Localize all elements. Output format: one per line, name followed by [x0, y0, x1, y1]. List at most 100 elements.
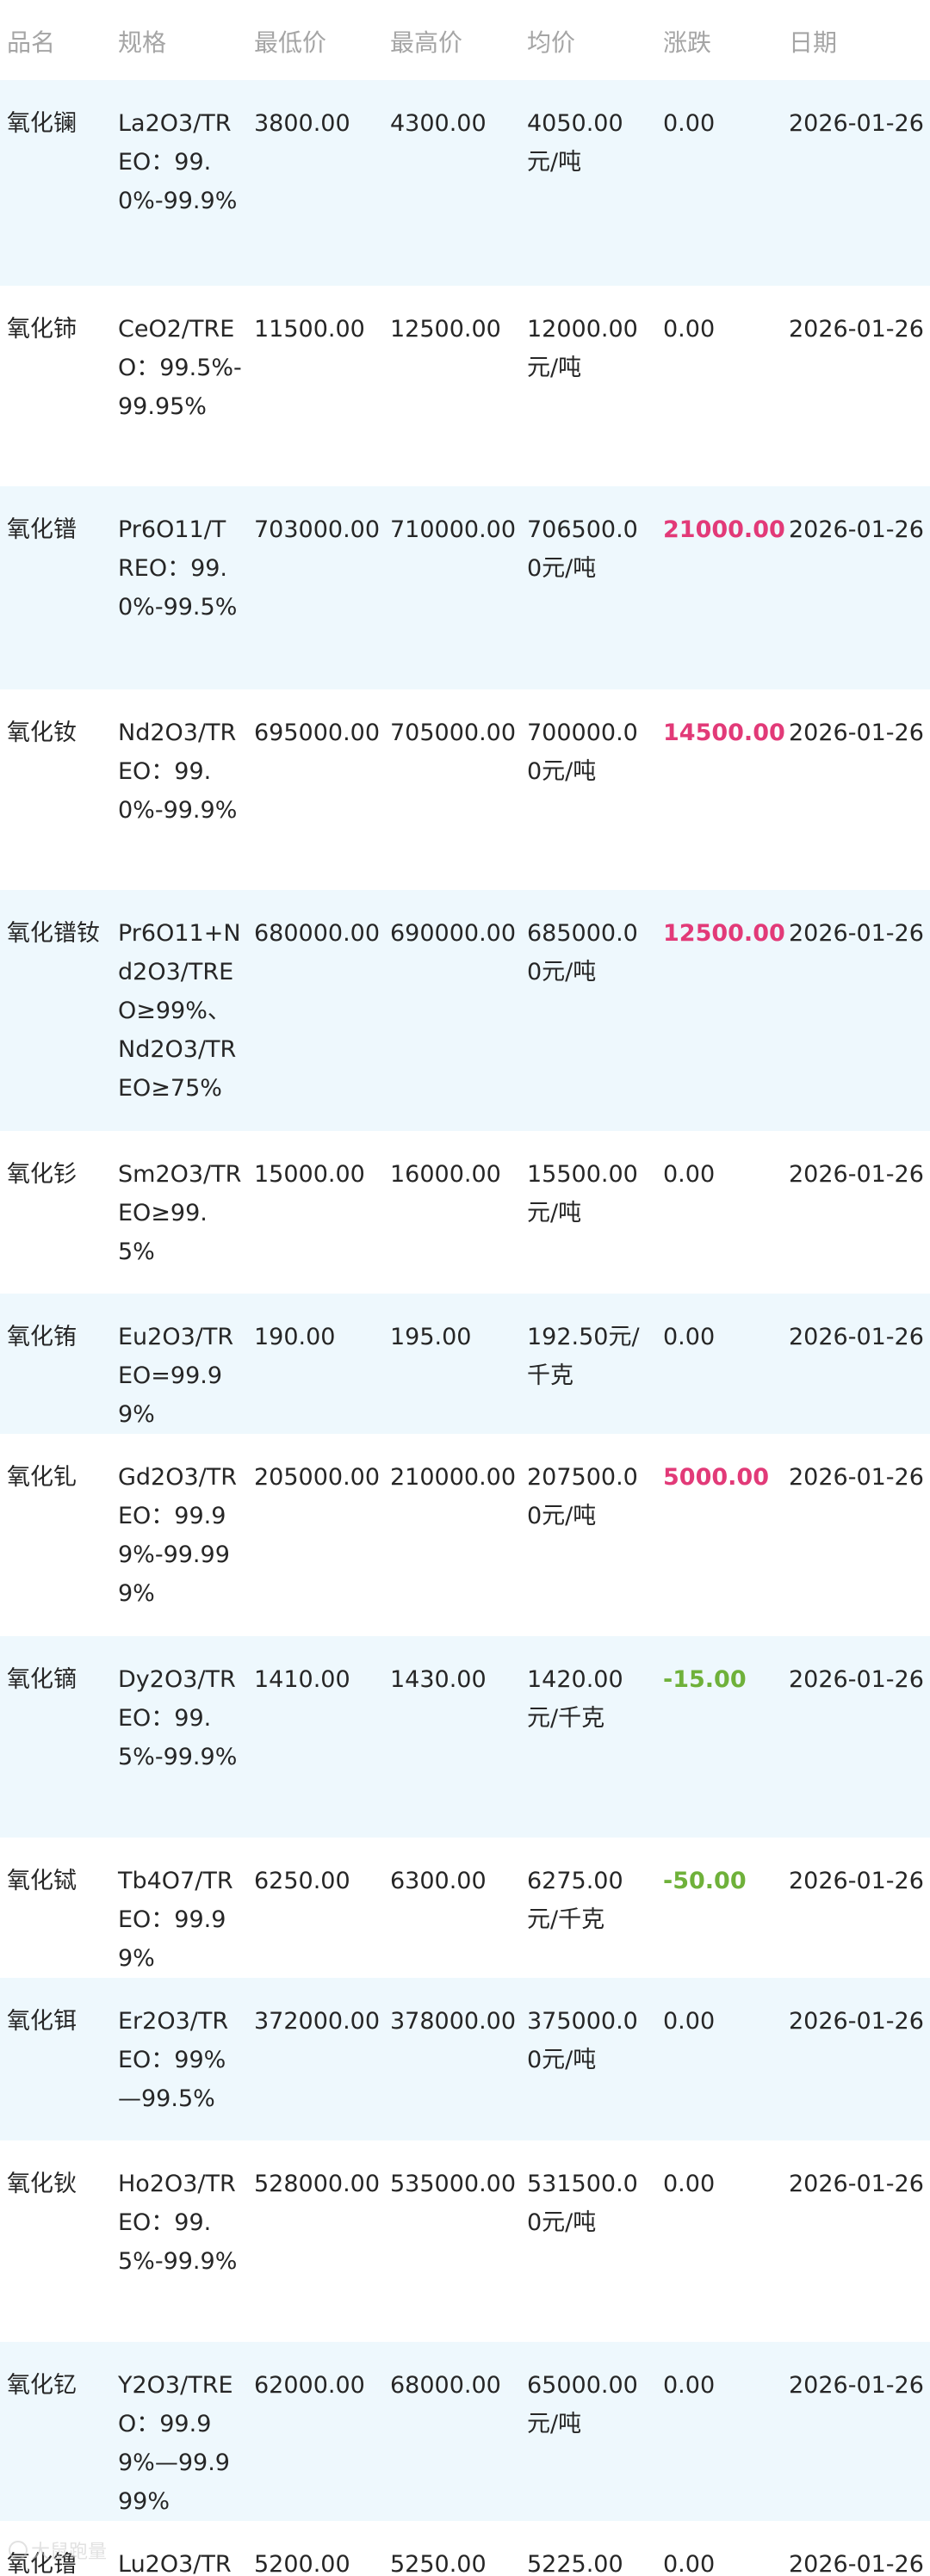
- price-table-page: 品名 规格 最低价 最高价 均价 涨跌 日期 氧化镧 La2O3/TREO：99…: [0, 0, 930, 2576]
- cell-name: 氧化镝: [7, 1666, 77, 1693]
- table-row[interactable]: 氧化铈 CeO2/TREO：99.5%-99.95% 11500.00 1250…: [0, 286, 930, 486]
- watermark-text: 大鼠跑量: [31, 2542, 108, 2563]
- cell-date: 2026-01-26: [789, 1161, 924, 1188]
- cell-spec: Pr6O11+Nd2O3/TREO≥99%、Nd2O3/TREO≥75%: [118, 920, 241, 1102]
- watermark: 大鼠跑量: [9, 2536, 107, 2564]
- cell-low: 680000.00: [254, 920, 381, 947]
- table-header: 品名 规格 最低价 最高价 均价 涨跌 日期: [0, 0, 930, 80]
- cell-change: 0.00: [663, 2008, 716, 2035]
- cell-change: 0.00: [663, 110, 716, 137]
- table-row[interactable]: 氧化钬 Ho2O3/TREO：99.5%-99.9% 528000.00 535…: [0, 2140, 930, 2342]
- cell-change: 5000.00: [663, 1464, 769, 1491]
- header-low[interactable]: 最低价: [245, 0, 381, 80]
- cell-date: 2026-01-26: [789, 2171, 924, 2197]
- table-row[interactable]: 氧化钇 Y2O3/TREO：99.99%—99.999% 62000.00 68…: [0, 2342, 930, 2521]
- cell-date: 2026-01-26: [789, 1324, 924, 1350]
- cell-date: 2026-01-26: [789, 1666, 924, 1693]
- table-row[interactable]: 氧化铽 Tb4O7/TREO：99.99% 6250.00 6300.00 62…: [0, 1838, 930, 1978]
- cell-change: 21000.00: [663, 516, 785, 543]
- cell-low: 190.00: [254, 1324, 336, 1350]
- cell-avg: 5225.00元/千克: [527, 2551, 623, 2576]
- cell-avg: 207500.00元/吨: [527, 1464, 638, 1529]
- header-high[interactable]: 最高价: [381, 0, 518, 80]
- cell-low: 528000.00: [254, 2171, 381, 2197]
- cell-low: 1410.00: [254, 1666, 350, 1693]
- cell-high: 378000.00: [390, 2008, 517, 2035]
- cell-low: 695000.00: [254, 720, 381, 746]
- watermark-logo-icon: [9, 2541, 28, 2560]
- cell-high: 6300.00: [390, 1868, 487, 1894]
- cell-avg: 685000.00元/吨: [527, 920, 638, 985]
- cell-change: 12500.00: [663, 920, 785, 947]
- table-row[interactable]: 氧化铒 Er2O3/TREO：99%—99.5% 372000.00 37800…: [0, 1978, 930, 2140]
- cell-name: 氧化镨: [7, 516, 77, 543]
- cell-high: 4300.00: [390, 110, 487, 137]
- cell-low: 5200.00: [254, 2551, 350, 2576]
- cell-low: 703000.00: [254, 516, 381, 543]
- cell-low: 372000.00: [254, 2008, 381, 2035]
- cell-spec: Lu2O3/TREO：99.5%: [118, 2551, 232, 2576]
- cell-name: 氧化镧: [7, 110, 77, 137]
- cell-name: 氧化铽: [7, 1868, 77, 1894]
- cell-spec: Tb4O7/TREO：99.99%: [118, 1868, 233, 1972]
- cell-name: 氧化镨钕: [7, 920, 100, 947]
- cell-avg: 1420.00元/千克: [527, 1666, 623, 1732]
- cell-name: 氧化钕: [7, 720, 77, 746]
- cell-spec: Y2O3/TREO：99.99%—99.999%: [118, 2372, 233, 2515]
- cell-spec: Er2O3/TREO：99%—99.5%: [118, 2008, 229, 2112]
- cell-spec: Dy2O3/TREO：99.5%-99.9%: [118, 1666, 238, 1770]
- cell-date: 2026-01-26: [789, 516, 924, 543]
- table-row[interactable]: 氧化镝 Dy2O3/TREO：99.5%-99.9% 1410.00 1430.…: [0, 1636, 930, 1838]
- cell-avg: 4050.00元/吨: [527, 110, 623, 176]
- cell-date: 2026-01-26: [789, 316, 924, 343]
- cell-change: 0.00: [663, 1324, 716, 1350]
- cell-avg: 15500.00元/吨: [527, 1161, 638, 1226]
- cell-date: 2026-01-26: [789, 1464, 924, 1491]
- header-date[interactable]: 日期: [780, 0, 930, 80]
- cell-name: 氧化铒: [7, 2008, 77, 2035]
- cell-high: 535000.00: [390, 2171, 517, 2197]
- cell-high: 16000.00: [390, 1161, 501, 1188]
- table-row[interactable]: 氧化镥 Lu2O3/TREO：99.5% 5200.00 5250.00 522…: [0, 2521, 930, 2576]
- cell-change: 0.00: [663, 2372, 716, 2399]
- rare-earth-price-table: 品名 规格 最低价 最高价 均价 涨跌 日期 氧化镧 La2O3/TREO：99…: [0, 0, 930, 2576]
- cell-spec: Ho2O3/TREO：99.5%-99.9%: [118, 2171, 238, 2275]
- header-name[interactable]: 品名: [0, 0, 109, 80]
- cell-avg: 6275.00元/千克: [527, 1868, 623, 1933]
- cell-date: 2026-01-26: [789, 2008, 924, 2035]
- cell-low: 62000.00: [254, 2372, 365, 2399]
- cell-date: 2026-01-26: [789, 920, 924, 947]
- header-spec[interactable]: 规格: [109, 0, 245, 80]
- table-row[interactable]: 氧化镧 La2O3/TREO：99.0%-99.9% 3800.00 4300.…: [0, 80, 930, 286]
- cell-name: 氧化铈: [7, 316, 77, 343]
- header-change[interactable]: 涨跌: [654, 0, 780, 80]
- cell-change: 0.00: [663, 316, 716, 343]
- header-avg[interactable]: 均价: [518, 0, 654, 80]
- cell-spec: Nd2O3/TREO：99.0%-99.9%: [118, 720, 238, 824]
- table-row[interactable]: 氧化钆 Gd2O3/TREO：99.99%-99.999% 205000.00 …: [0, 1434, 930, 1636]
- table-row[interactable]: 氧化镨 Pr6O11/TREO：99.0%-99.5% 703000.00 71…: [0, 486, 930, 689]
- cell-change: -50.00: [663, 1868, 747, 1894]
- table-row[interactable]: 氧化铕 Eu2O3/TREO=99.99% 190.00 195.00 192.…: [0, 1294, 930, 1434]
- cell-date: 2026-01-26: [789, 110, 924, 137]
- table-row[interactable]: 氧化镨钕 Pr6O11+Nd2O3/TREO≥99%、Nd2O3/TREO≥75…: [0, 890, 930, 1131]
- cell-high: 690000.00: [390, 920, 517, 947]
- cell-high: 210000.00: [390, 1464, 517, 1491]
- cell-high: 195.00: [390, 1324, 472, 1350]
- cell-spec: Eu2O3/TREO=99.99%: [118, 1324, 234, 1428]
- cell-change: 0.00: [663, 1161, 716, 1188]
- table-row[interactable]: 氧化钕 Nd2O3/TREO：99.0%-99.9% 695000.00 705…: [0, 689, 930, 890]
- cell-date: 2026-01-26: [789, 2372, 924, 2399]
- cell-high: 5250.00: [390, 2551, 487, 2576]
- cell-spec: La2O3/TREO：99.0%-99.9%: [118, 110, 238, 214]
- cell-avg: 12000.00元/吨: [527, 316, 638, 381]
- header-row: 品名 规格 最低价 最高价 均价 涨跌 日期: [0, 0, 930, 80]
- cell-change: -15.00: [663, 1666, 747, 1693]
- cell-change: 0.00: [663, 2551, 716, 2576]
- cell-high: 1430.00: [390, 1666, 487, 1693]
- cell-high: 710000.00: [390, 516, 517, 543]
- table-row[interactable]: 氧化钐 Sm2O3/TREO≥99.5% 15000.00 16000.00 1…: [0, 1131, 930, 1294]
- cell-name: 氧化钇: [7, 2372, 77, 2399]
- cell-avg: 192.50元/千克: [527, 1324, 640, 1389]
- cell-spec: CeO2/TREO：99.5%-99.95%: [118, 316, 242, 420]
